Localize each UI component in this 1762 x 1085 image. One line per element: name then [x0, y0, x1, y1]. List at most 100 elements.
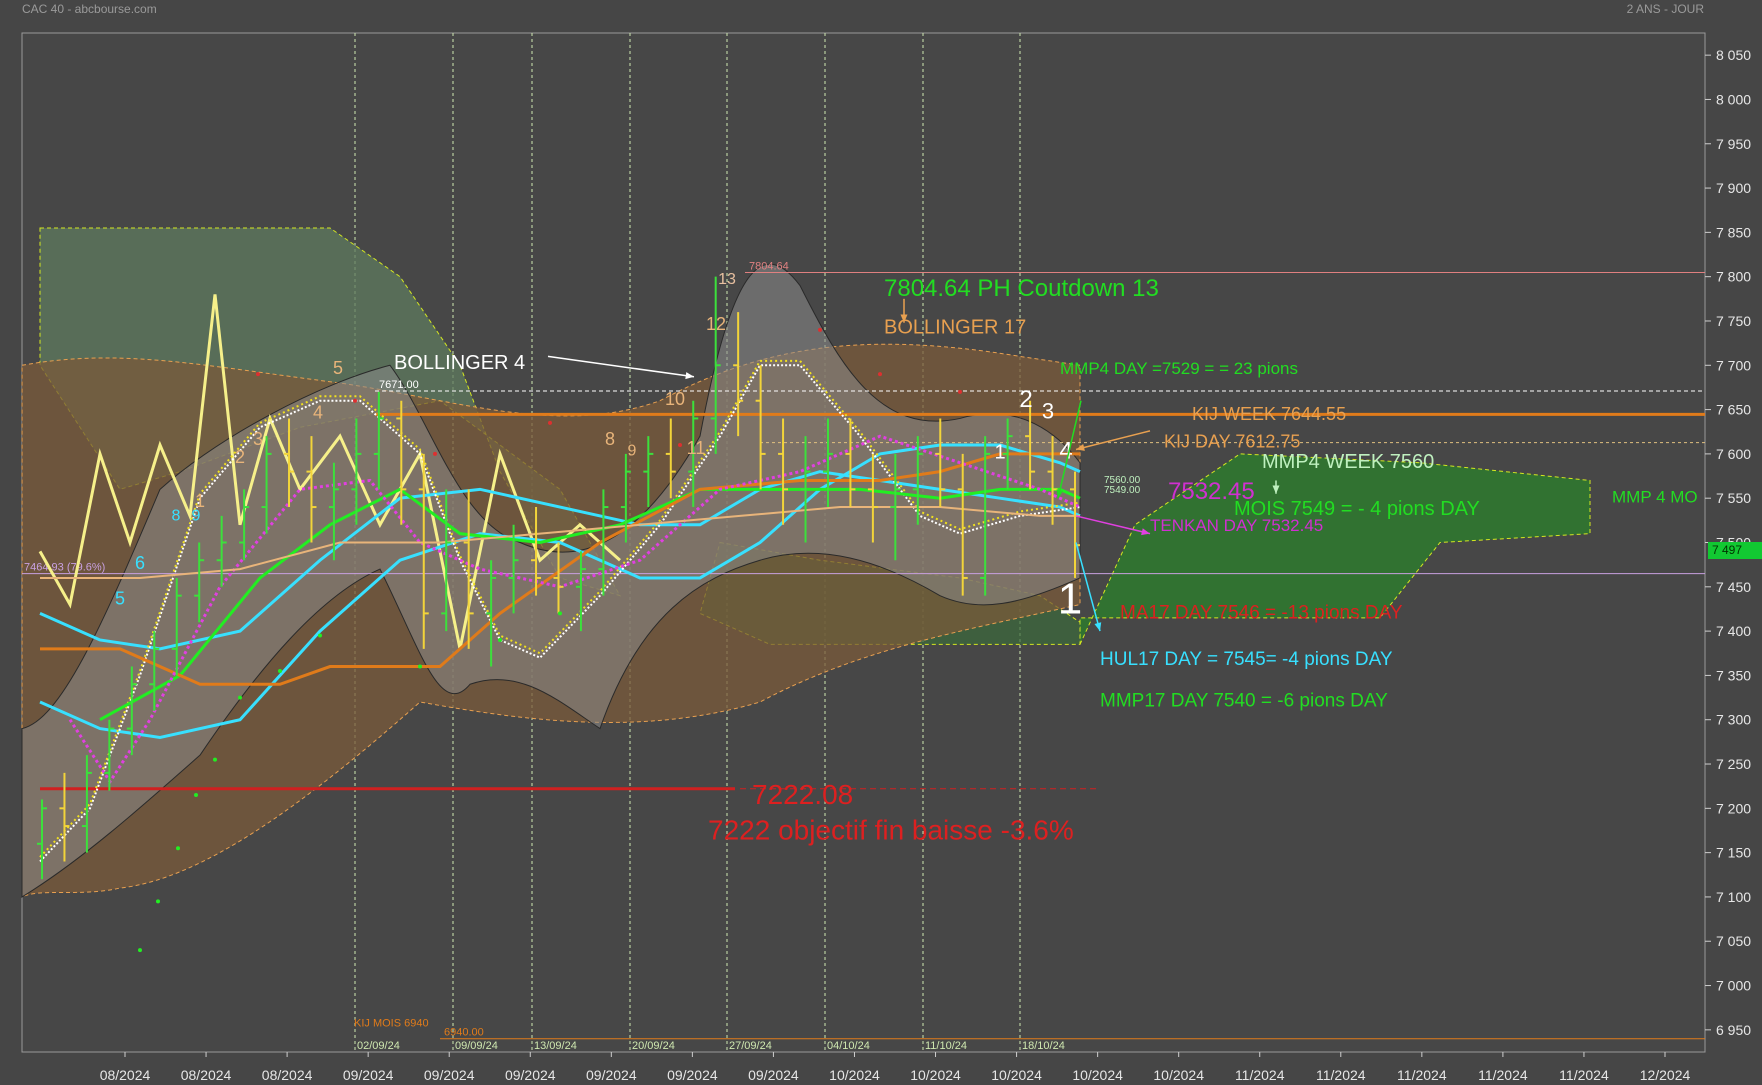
annotation-text: MMP4 WEEK 7560 — [1262, 451, 1434, 473]
y-tick-label: 6 950 — [1716, 1022, 1751, 1038]
count-label: 9 — [628, 443, 637, 460]
sar-dot — [256, 372, 260, 377]
annotation-text: 7804.64 PH Coutdown 13 — [884, 275, 1159, 302]
sar-dot — [156, 899, 160, 904]
date-marker-label: 02/09/24 — [357, 1040, 400, 1052]
sar-dot — [878, 372, 882, 377]
x-tick-label: 10/2024 — [910, 1067, 961, 1083]
sar-dot — [418, 664, 422, 669]
x-tick-label: 09/2024 — [667, 1067, 718, 1083]
count-label: 10 — [665, 389, 685, 409]
annotation-text: 7222.08 — [752, 779, 853, 810]
x-tick-label: 08/2024 — [181, 1067, 232, 1083]
x-tick-label: 09/2024 — [586, 1067, 637, 1083]
x-tick-label: 11/2024 — [1397, 1067, 1447, 1083]
x-tick-label: 10/2024 — [1072, 1067, 1123, 1083]
sar-dot — [176, 846, 180, 851]
sar-dot — [278, 668, 282, 673]
sar-dot — [318, 633, 322, 638]
annotation-text: KIJ DAY 7612.75 — [1164, 432, 1300, 452]
count-label: 9 — [192, 507, 201, 524]
y-tick-label: 7 750 — [1716, 313, 1751, 329]
sar-dot — [138, 948, 142, 953]
count-label: 1 — [994, 441, 1005, 463]
count-label: 12 — [706, 314, 726, 334]
sar-dot — [958, 389, 962, 394]
y-tick-label: 8 050 — [1716, 47, 1751, 63]
y-tick-label: 7 950 — [1716, 136, 1751, 152]
count-label: 5 — [333, 358, 343, 378]
date-marker-label: 18/10/24 — [1022, 1040, 1065, 1052]
annotation-text: MMP17 DAY 7540 = -6 pions DAY — [1100, 690, 1388, 711]
x-tick-label: 11/2024 — [1478, 1067, 1528, 1083]
annotation-text: BOLLINGER 4 — [394, 352, 525, 374]
y-tick-label: 7 150 — [1716, 845, 1751, 861]
x-tick-label: 10/2024 — [829, 1067, 880, 1083]
y-tick-label: 7 350 — [1716, 667, 1751, 683]
sar-dot — [678, 443, 682, 448]
sar-dot — [213, 757, 217, 762]
y-tick-label: 7 250 — [1716, 756, 1751, 772]
count-label: 4 — [313, 402, 323, 422]
y-tick-label: 7 650 — [1716, 402, 1751, 418]
date-marker-label: 09/09/24 — [455, 1040, 498, 1052]
sar-dot — [353, 398, 357, 403]
x-tick-label: 08/2024 — [100, 1067, 151, 1083]
level-label: 7804.64 — [749, 261, 789, 273]
annotation-text: 7549.00 — [1104, 485, 1141, 496]
y-tick-label: 7 700 — [1716, 357, 1751, 373]
x-tick-label: 09/2024 — [748, 1067, 799, 1083]
x-tick-label: 09/2024 — [343, 1067, 394, 1083]
sar-dot — [548, 420, 552, 425]
annotation-text: MMP 4 MO — [1612, 488, 1698, 507]
x-tick-label: 09/2024 — [505, 1067, 556, 1083]
count-label: 8 — [605, 429, 615, 449]
x-tick-label: 10/2024 — [991, 1067, 1042, 1083]
annotation-text: KIJ WEEK 7644.55 — [1192, 404, 1346, 424]
x-tick-label: 08/2024 — [262, 1067, 313, 1083]
x-tick-label: 11/2024 — [1316, 1067, 1366, 1083]
count-label: 13 — [718, 271, 736, 288]
x-tick-label: 12/2024 — [1640, 1067, 1691, 1083]
x-tick-label: 09/2024 — [424, 1067, 475, 1083]
sar-dot — [433, 451, 437, 456]
y-tick-label: 7 850 — [1716, 224, 1751, 240]
chart-plot: 6 950 7 000 7 050 7 100 7 150 7 200 7 250 7 300… — [21, 32, 1751, 1083]
date-marker-label: 13/09/24 — [534, 1040, 577, 1052]
count-label: 3 — [1042, 398, 1054, 423]
count-label: 6 — [135, 553, 145, 573]
level-label: 7464.93 (79.6%) — [24, 562, 105, 574]
annotation-text: MA17 DAY 7546 = -13 pions DAY — [1120, 603, 1403, 624]
y-tick-label: 7 050 — [1716, 933, 1751, 949]
y-tick-label: 7 000 — [1716, 978, 1751, 994]
date-marker-label: 20/09/24 — [632, 1040, 675, 1052]
count-label: 5 — [115, 589, 125, 609]
y-tick-label: 7 100 — [1716, 889, 1751, 905]
date-marker-label: 04/10/24 — [827, 1040, 870, 1052]
annotation-text: 7222 objectif fin baisse -3.6% — [708, 814, 1074, 845]
y-tick-label: 7 600 — [1716, 446, 1751, 462]
level-label: 6940.00 — [444, 1027, 484, 1039]
sar-dot — [498, 637, 502, 642]
y-tick-label: 7 450 — [1716, 579, 1751, 595]
annotation-text: TENKAN DAY 7532.45 — [1150, 516, 1323, 535]
annotation-text: MMP4 DAY =7529 = = 23 pions — [1060, 359, 1298, 378]
count-label: 3 — [253, 429, 263, 449]
y-tick-label: 7 800 — [1716, 269, 1751, 285]
y-tick-label: 7 200 — [1716, 800, 1751, 816]
annotation-text: KIJ MOIS 6940 — [354, 1017, 429, 1029]
sar-dot — [238, 695, 242, 700]
sar-dot — [194, 793, 198, 798]
annotation-text: BOLLINGER 17 — [884, 316, 1026, 338]
sar-dot — [818, 327, 822, 332]
x-tick-label: 10/2024 — [1153, 1067, 1204, 1083]
count-label: 1 — [1058, 574, 1082, 623]
y-tick-label: 7 550 — [1716, 490, 1751, 506]
y-tick-label: 7 900 — [1716, 180, 1751, 196]
count-label: 8 — [172, 507, 181, 524]
annotation-text: HUL17 DAY = 7545= -4 pions DAY — [1100, 649, 1393, 670]
y-tick-label: 7 300 — [1716, 712, 1751, 728]
sar-dot — [558, 611, 562, 616]
count-label: 11 — [687, 438, 706, 458]
current-price-badge: 7 497 — [1708, 542, 1762, 559]
